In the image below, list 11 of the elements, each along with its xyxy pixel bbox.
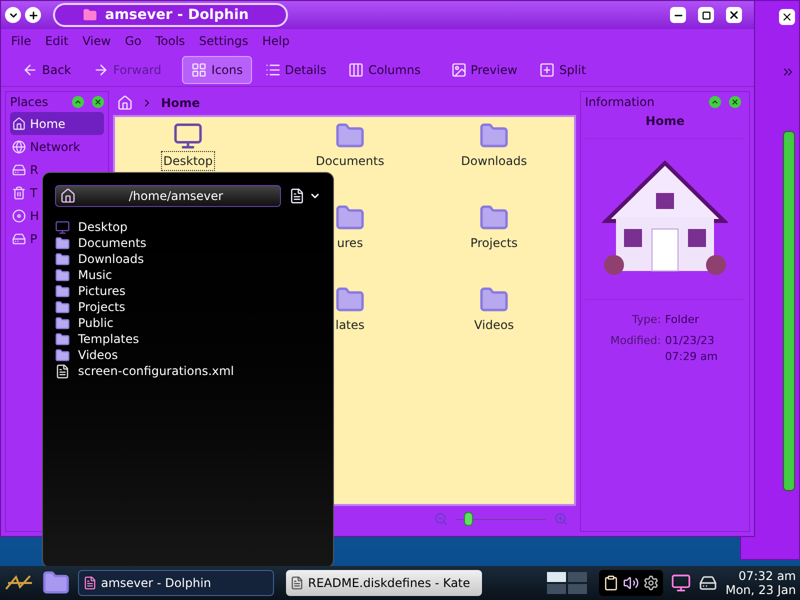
- field-label: Type:: [631, 312, 661, 328]
- field-value: 01/23/23 07:29 am: [665, 332, 719, 365]
- clock-date: Mon, 23 Jan: [725, 583, 796, 597]
- path-text: /home/amsever: [128, 188, 224, 205]
- field-label: Modified:: [609, 332, 661, 348]
- field-value: Folder: [665, 312, 700, 328]
- item-name: Home: [585, 112, 745, 139]
- panel-title: Information: [585, 94, 656, 111]
- window-title: amsever - Dolphin: [105, 6, 249, 24]
- clock-time: 07:32 am: [738, 569, 796, 583]
- panel-title: Places: [10, 94, 50, 111]
